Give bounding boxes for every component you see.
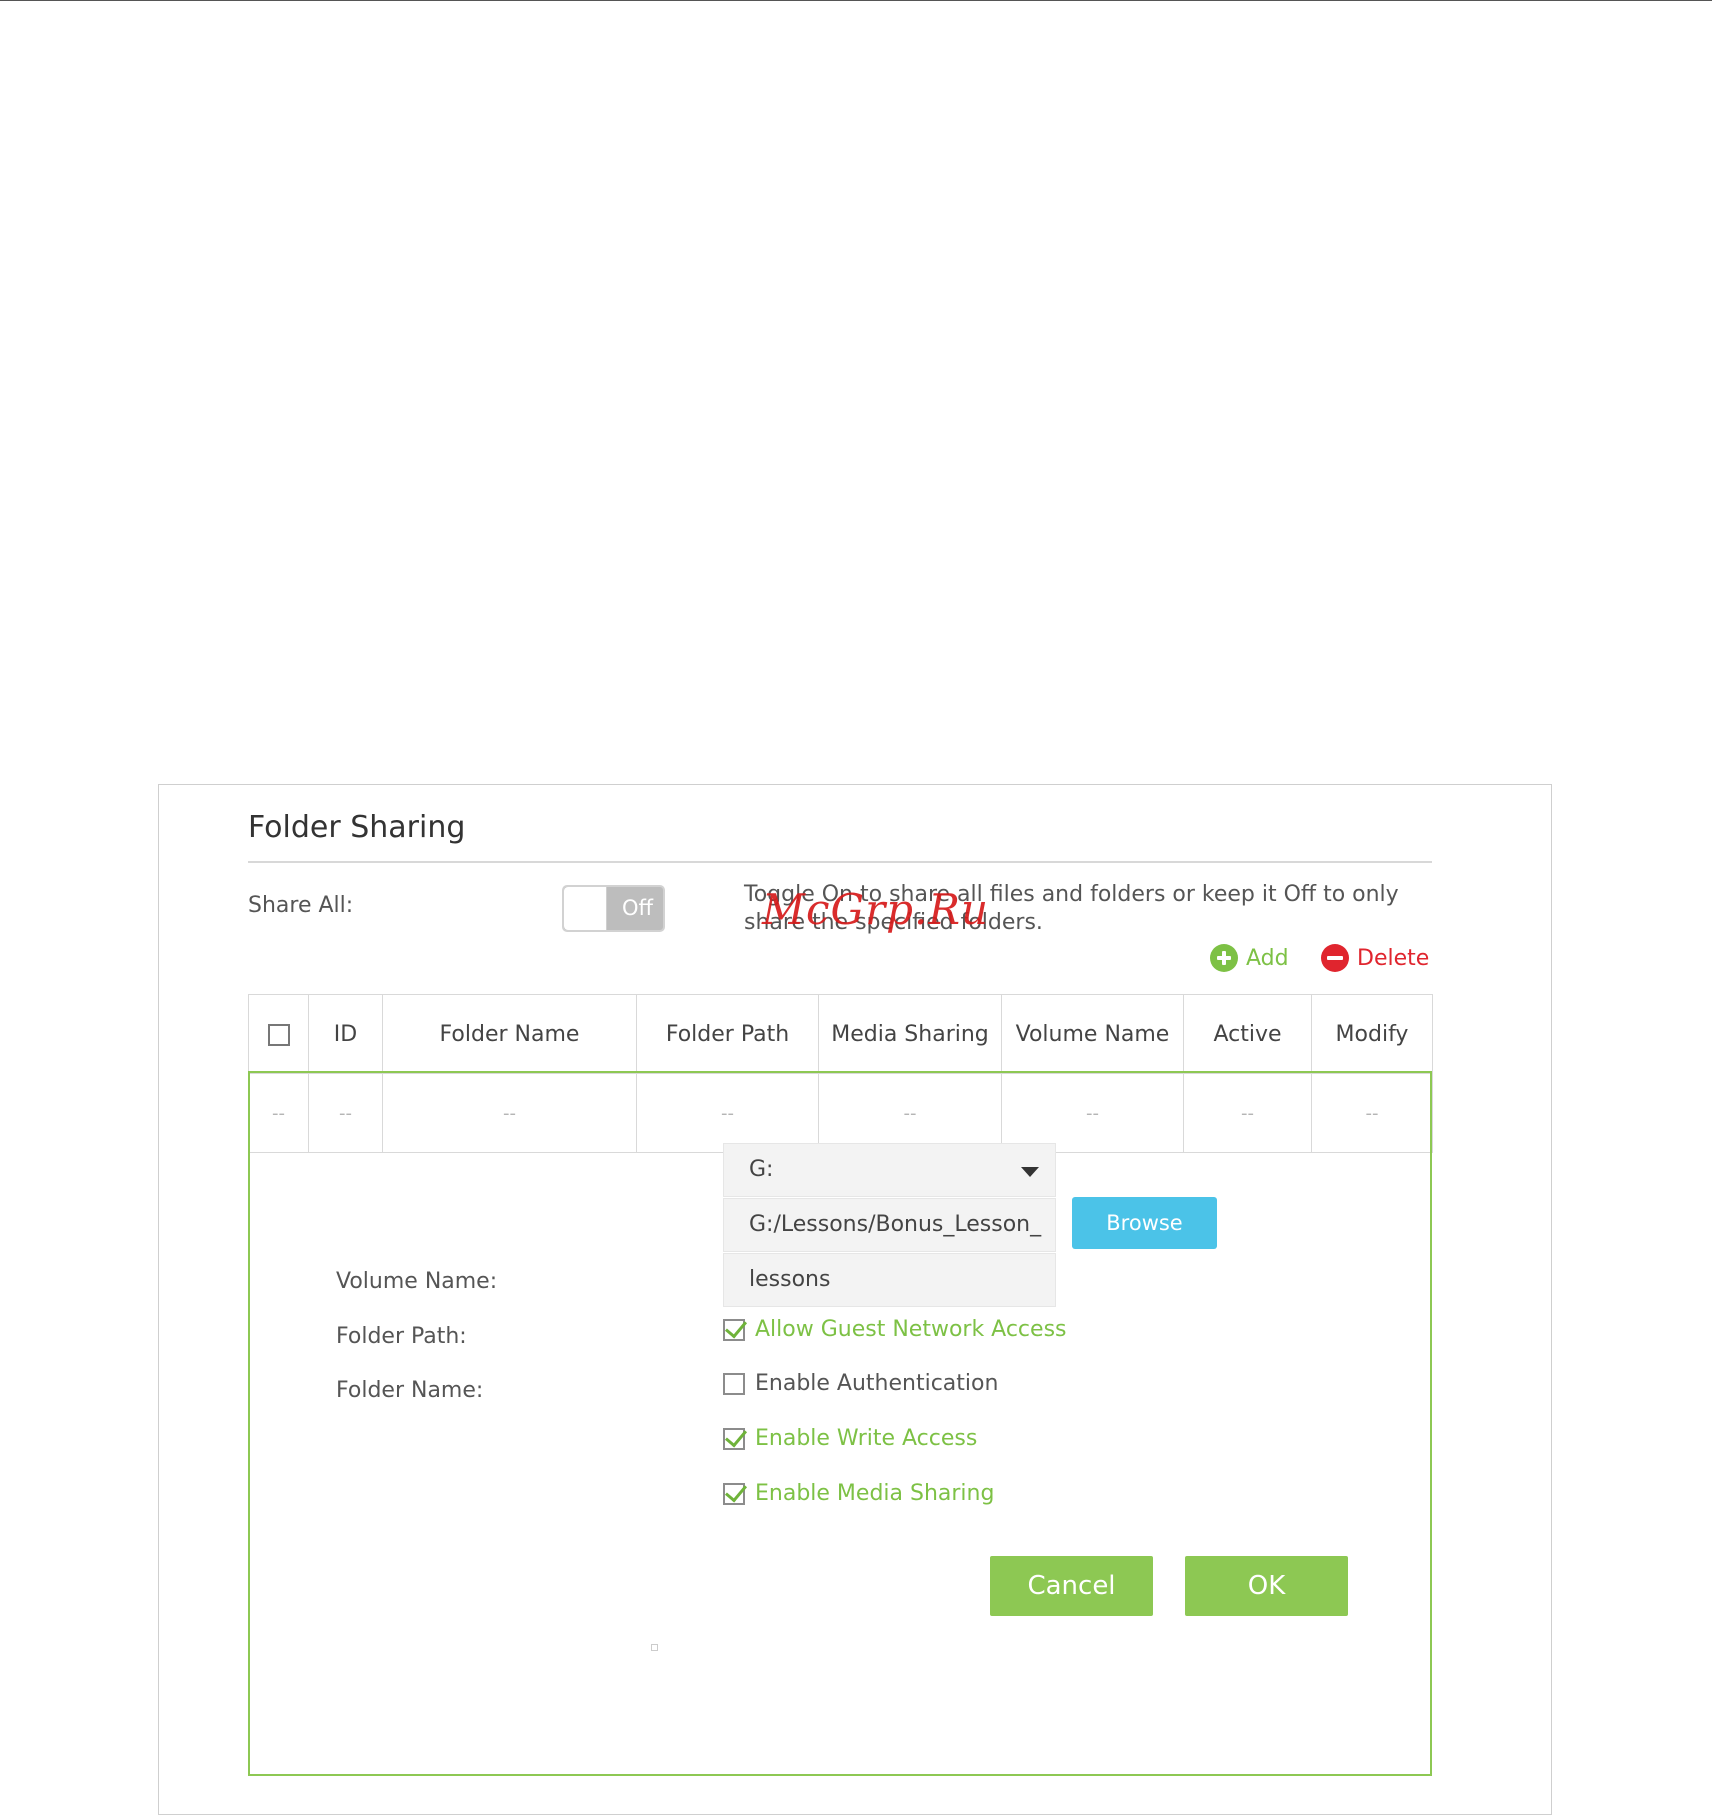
- top-page-rule: [0, 0, 1712, 1]
- column-header-folder-path: Folder Path: [636, 994, 819, 1074]
- volume-name-value: G:: [749, 1157, 774, 1182]
- volume-name-label: Volume Name:: [336, 1269, 498, 1294]
- media-sharing-option[interactable]: Enable Media Sharing: [723, 1481, 994, 1506]
- volume-name-select[interactable]: G:: [723, 1143, 1056, 1197]
- column-header-media-sharing: Media Sharing: [818, 994, 1002, 1074]
- authentication-checkbox[interactable]: [723, 1372, 745, 1395]
- column-header-active: Active: [1183, 994, 1312, 1074]
- select-all-cell: [248, 994, 309, 1074]
- media-sharing-label: Enable Media Sharing: [755, 1481, 995, 1506]
- column-header-modify: Modify: [1311, 994, 1433, 1074]
- delete-button-label: Delete: [1357, 945, 1430, 971]
- folder-path-field[interactable]: G:/Lessons/Bonus_Lesson_: [723, 1198, 1056, 1252]
- column-header-folder-name: Folder Name: [382, 994, 637, 1074]
- add-circle-icon: [1210, 944, 1238, 972]
- ok-button[interactable]: OK: [1185, 1556, 1348, 1616]
- guest-access-label: Allow Guest Network Access: [755, 1317, 1067, 1342]
- folder-name-label: Folder Name:: [336, 1378, 484, 1403]
- toggle-knob: [564, 887, 607, 930]
- guest-access-checkbox[interactable]: [723, 1318, 745, 1341]
- toggle-state-text: Off: [622, 896, 653, 920]
- authentication-label: Enable Authentication: [755, 1371, 999, 1396]
- delete-button[interactable]: Delete: [1321, 944, 1429, 972]
- guest-access-option[interactable]: Allow Guest Network Access: [723, 1317, 1067, 1342]
- write-access-checkbox[interactable]: [723, 1427, 745, 1450]
- column-header-volume-name: Volume Name: [1001, 994, 1184, 1074]
- folder-name-field[interactable]: lessons: [723, 1253, 1056, 1307]
- folder-name-value: lessons: [749, 1267, 831, 1292]
- browse-button[interactable]: Browse: [1072, 1197, 1217, 1249]
- media-sharing-checkbox[interactable]: [723, 1482, 745, 1505]
- folder-path-value: G:/Lessons/Bonus_Lesson_: [749, 1212, 1042, 1237]
- panel-title: Folder Sharing: [248, 810, 466, 845]
- cancel-button[interactable]: Cancel: [990, 1556, 1153, 1616]
- write-access-label: Enable Write Access: [755, 1426, 978, 1451]
- table-header-row: ID Folder Name Folder Path Media Sharing…: [248, 994, 1433, 1074]
- folder-path-label: Folder Path:: [336, 1324, 467, 1349]
- title-divider: [248, 861, 1432, 863]
- share-all-label: Share All:: [248, 893, 354, 918]
- add-button-label: Add: [1246, 945, 1289, 971]
- authentication-option[interactable]: Enable Authentication: [723, 1371, 998, 1396]
- select-all-checkbox[interactable]: [267, 1023, 290, 1046]
- folder-sharing-panel: Folder Sharing Share All: Off Toggle On …: [158, 784, 1552, 1815]
- add-button[interactable]: Add: [1210, 944, 1289, 972]
- chevron-down-icon: [1021, 1167, 1039, 1177]
- column-header-id: ID: [308, 994, 383, 1074]
- delete-circle-icon: [1321, 944, 1349, 972]
- watermark-logo: McGrp.Ru: [762, 885, 990, 934]
- write-access-option[interactable]: Enable Write Access: [723, 1426, 977, 1451]
- share-all-toggle[interactable]: Off: [562, 885, 665, 932]
- stray-dot: [651, 1644, 658, 1651]
